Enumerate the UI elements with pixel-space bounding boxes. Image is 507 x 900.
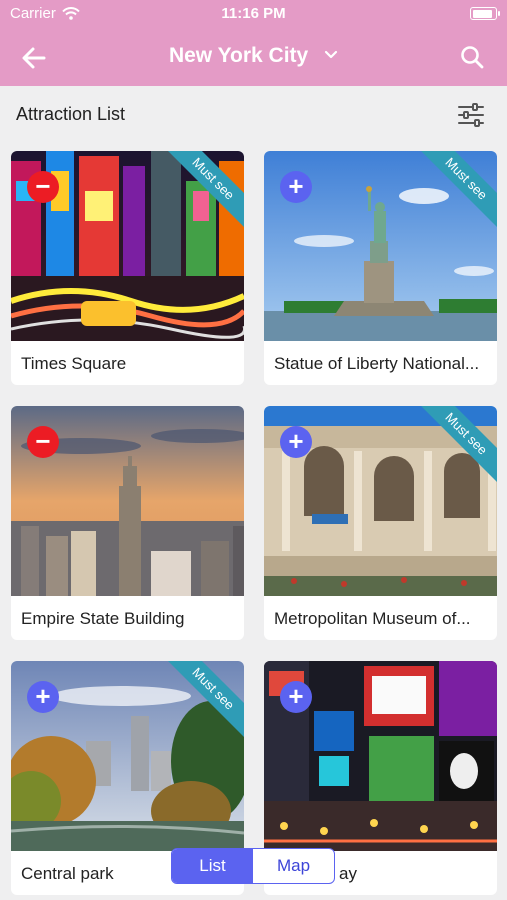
attraction-card[interactable]: − Must see Times Square [11, 151, 244, 385]
battery-icon [470, 7, 500, 20]
add-attraction-button[interactable]: + [280, 426, 312, 458]
attraction-name: Times Square [21, 354, 127, 373]
page-title: New York City [168, 44, 309, 67]
map-view-button[interactable]: Map [253, 849, 334, 883]
city-selector[interactable]: New York City [0, 44, 507, 68]
attraction-name: Statue of Liberty National... [274, 354, 480, 373]
top-bar: Carrier 11:16 PM New York City [0, 0, 507, 86]
navigation-bar: New York City [0, 28, 507, 86]
attraction-card[interactable]: + Must see Statue of Liberty National... [264, 151, 497, 385]
attraction-name: ay [339, 864, 357, 883]
chevron-down-icon [324, 50, 338, 59]
add-attraction-button[interactable]: + [280, 681, 312, 713]
add-attraction-button[interactable]: + [280, 171, 312, 203]
battery-level [472, 9, 493, 18]
view-toggle: List Map [171, 848, 335, 884]
list-title: Attraction List [16, 104, 126, 124]
list-view-button[interactable]: List [172, 849, 253, 883]
status-time: 11:16 PM [221, 5, 286, 22]
search-icon[interactable] [459, 44, 485, 70]
status-bar: Carrier 11:16 PM [0, 0, 507, 28]
attraction-name: Empire State Building [21, 609, 185, 628]
add-attraction-button[interactable]: + [27, 681, 59, 713]
attraction-card[interactable]: + Must see Metropolitan Museum of... [264, 406, 497, 640]
filter-sliders-icon[interactable] [457, 102, 485, 128]
remove-attraction-button[interactable]: − [27, 426, 59, 458]
list-header: Attraction List [0, 86, 507, 142]
remove-attraction-button[interactable]: − [27, 171, 59, 203]
attraction-name: Metropolitan Museum of... [274, 609, 471, 628]
attraction-card[interactable]: − Empire State Building [11, 406, 244, 640]
